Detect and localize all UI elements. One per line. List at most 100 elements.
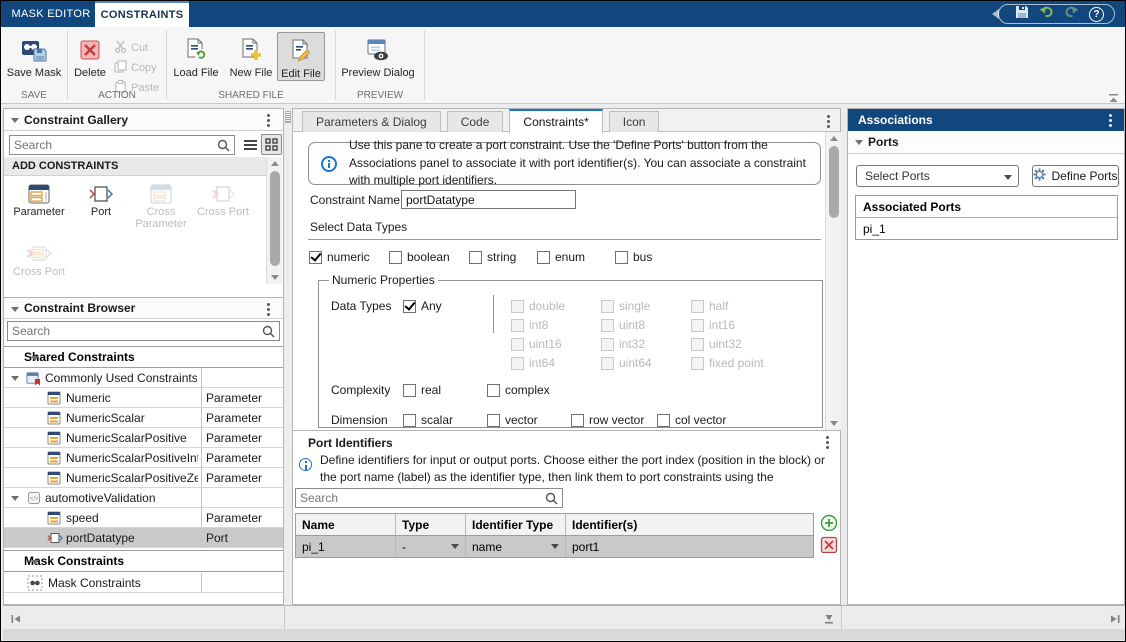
collapse-right-panel-icon[interactable] xyxy=(1109,612,1121,630)
checkbox-scalar[interactable]: scalar xyxy=(403,413,453,427)
save-icon[interactable] xyxy=(1015,5,1029,24)
delete-row-button[interactable] xyxy=(820,536,838,554)
scrollbar-thumb[interactable] xyxy=(829,146,839,218)
tree-row-numericscalarpositive[interactable]: NumericScalarPositive Parameter xyxy=(4,428,283,448)
checkbox-unchecked[interactable] xyxy=(403,384,416,397)
shared-constraints-header[interactable]: Shared Constraints xyxy=(4,346,283,368)
tab-parameters-dialog[interactable]: Parameters & Dialog xyxy=(302,111,441,132)
select-ports-dropdown[interactable]: Select Ports xyxy=(856,165,1019,187)
collapse-left-panel-icon[interactable] xyxy=(10,612,22,630)
checkbox-unchecked[interactable] xyxy=(615,251,628,264)
checkbox-unchecked[interactable] xyxy=(389,251,402,264)
help-icon[interactable]: ? xyxy=(1089,7,1104,22)
checkbox-unchecked[interactable] xyxy=(403,414,416,427)
checkbox-real[interactable]: real xyxy=(403,383,441,397)
add-row-button[interactable] xyxy=(820,514,838,532)
tree-row-portdatatype-selected[interactable]: portDatatype Port xyxy=(4,528,283,548)
checkbox-vector[interactable]: vector xyxy=(487,413,538,427)
define-ports-button[interactable]: Define Ports xyxy=(1032,165,1119,187)
kebab-menu-icon[interactable] xyxy=(1109,114,1112,117)
checkbox-numeric[interactable]: numeric xyxy=(309,250,370,264)
ports-section-header[interactable]: Ports xyxy=(848,131,1124,154)
kebab-menu-icon[interactable] xyxy=(827,115,830,118)
checkbox-boolean[interactable]: boolean xyxy=(389,250,450,264)
chevron-left-icon[interactable] xyxy=(992,9,999,19)
cell-identifier-type-dropdown[interactable]: name xyxy=(466,536,566,557)
preview-dialog-button[interactable]: Preview Dialog xyxy=(336,32,420,79)
collapse-section-icon[interactable] xyxy=(11,118,19,123)
port-identifiers-search-input[interactable] xyxy=(300,489,526,507)
checkbox-complex[interactable]: complex xyxy=(487,383,550,397)
checkbox-unchecked[interactable] xyxy=(487,414,500,427)
tab-constraints[interactable]: CONSTRAINTS xyxy=(95,1,189,27)
associated-port-row[interactable]: pi_1 xyxy=(856,218,1117,239)
checkbox-unchecked[interactable] xyxy=(657,414,670,427)
tree-row-numericscalarpositivezero[interactable]: NumericScalarPositiveZero Parameter xyxy=(4,468,283,488)
cross-port-parameter-icon xyxy=(10,242,68,266)
gallery-scrollbar[interactable] xyxy=(266,157,282,284)
checkbox-unchecked[interactable] xyxy=(571,414,584,427)
tree-row-commonly-used[interactable]: Commonly Used Constraints (R... xyxy=(4,368,283,388)
kebab-menu-icon[interactable] xyxy=(267,303,270,306)
port-icon xyxy=(72,182,130,206)
kebab-menu-icon[interactable] xyxy=(826,436,829,439)
save-mask-button[interactable]: Save Mask xyxy=(5,32,63,79)
gallery-search-input[interactable] xyxy=(14,136,204,154)
checkbox-enum[interactable]: enum xyxy=(537,250,585,264)
collapse-node-icon[interactable] xyxy=(11,376,19,381)
constraint-name-input[interactable] xyxy=(401,190,576,209)
delete-button[interactable]: Delete xyxy=(68,32,112,79)
grid-view-button[interactable] xyxy=(261,134,282,155)
editor-scrollbar[interactable] xyxy=(825,132,841,430)
checkbox-checked[interactable] xyxy=(309,251,322,264)
cell-type-dropdown[interactable]: - xyxy=(396,536,466,557)
redo-icon[interactable] xyxy=(1064,5,1079,23)
collapse-section-icon[interactable] xyxy=(11,307,19,312)
cell-name[interactable]: pi_1 xyxy=(296,536,396,557)
collapse-bottom-panel-icon[interactable] xyxy=(823,612,835,630)
scrollbar-thumb[interactable] xyxy=(270,171,280,266)
collapse-section-icon[interactable] xyxy=(855,140,863,145)
cell-identifiers[interactable]: port1 xyxy=(566,536,813,557)
collapse-node-icon[interactable] xyxy=(11,496,19,501)
checkbox-col-vector[interactable]: col vector xyxy=(657,413,726,427)
list-view-button[interactable] xyxy=(240,135,260,155)
tree-row-mask-constraints[interactable]: Mask Constraints xyxy=(4,573,283,593)
checkbox-row-vector[interactable]: row vector xyxy=(571,413,644,427)
checkbox-unchecked[interactable] xyxy=(487,384,500,397)
table-row[interactable]: pi_1 - name port1 xyxy=(296,536,813,557)
checkbox-checked[interactable] xyxy=(403,300,416,313)
tab-icon[interactable]: Icon xyxy=(609,111,660,132)
tree-row-numericscalarpositiveinteger[interactable]: NumericScalarPositiveInteger Parameter xyxy=(4,448,283,468)
gallery-item-parameter[interactable]: Parameter xyxy=(10,182,68,218)
scroll-down-icon[interactable] xyxy=(271,275,279,280)
tab-code[interactable]: Code xyxy=(447,111,504,132)
new-file-button[interactable]: New File xyxy=(225,32,277,79)
collapse-group-icon[interactable] xyxy=(31,356,39,361)
tree-row-automotivevalidation[interactable]: </> automotiveValidation xyxy=(4,488,283,508)
collapse-group-icon[interactable] xyxy=(31,560,39,565)
splitter-grip-icon[interactable] xyxy=(285,111,291,123)
checkbox-string[interactable]: string xyxy=(469,250,516,264)
panel-splitter[interactable] xyxy=(284,108,292,605)
checkbox-unchecked[interactable] xyxy=(469,251,482,264)
scroll-up-icon[interactable] xyxy=(271,161,279,166)
tree-row-speed[interactable]: speed Parameter xyxy=(4,508,283,528)
gallery-item-port[interactable]: Port xyxy=(72,182,130,218)
edit-file-button[interactable]: Edit File xyxy=(277,32,325,81)
checkbox-any[interactable]: Any xyxy=(403,299,442,313)
checkbox-bus[interactable]: bus xyxy=(615,250,652,264)
checkbox-unchecked[interactable] xyxy=(537,251,550,264)
tree-row-numeric[interactable]: Numeric Parameter xyxy=(4,388,283,408)
scroll-down-icon[interactable] xyxy=(830,421,838,426)
browser-search-input[interactable] xyxy=(12,322,242,340)
kebab-menu-icon[interactable] xyxy=(267,114,270,117)
load-file-button[interactable]: Load File xyxy=(167,32,225,79)
mask-constraints-header[interactable]: Mask Constraints xyxy=(4,550,283,572)
tab-constraints-active[interactable]: Constraints* xyxy=(509,109,602,133)
scroll-up-icon[interactable] xyxy=(830,136,838,141)
tree-row-numericscalar[interactable]: NumericScalar Parameter xyxy=(4,408,283,428)
load-file-label: Load File xyxy=(173,67,218,79)
undo-icon[interactable] xyxy=(1039,5,1054,23)
tab-mask-editor[interactable]: MASK EDITOR xyxy=(9,1,93,27)
